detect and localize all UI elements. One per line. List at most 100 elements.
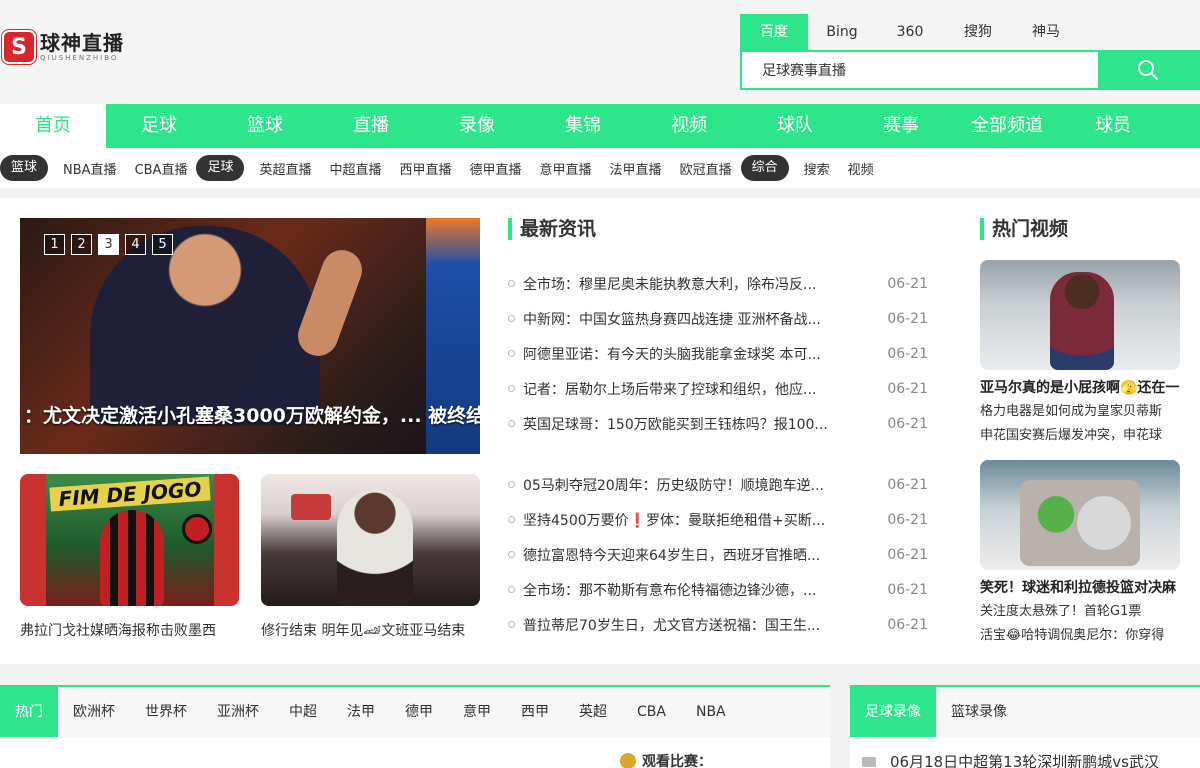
tab-world-cup[interactable]: 世界杯 — [130, 687, 202, 737]
news-title[interactable]: 德拉富恩特今天迎来64岁生日，西班牙官推晒... — [523, 545, 868, 565]
news-item[interactable]: 德拉富恩特今天迎来64岁生日，西班牙官推晒... 06-21 — [508, 537, 928, 572]
search-button[interactable] — [1098, 50, 1198, 90]
thumb-caption[interactable]: 弗拉门戈社媒晒海报称击败墨西 — [20, 620, 239, 640]
thumb-caption[interactable]: 修行结束 明年见🏎文班亚马结束 — [261, 620, 480, 640]
bullet-icon — [508, 621, 515, 628]
video-link[interactable]: 关注度太悬殊了！首轮G1票 — [980, 600, 1180, 624]
engine-tab-360[interactable]: 360 — [876, 14, 944, 50]
news-title[interactable]: 阿德里亚诺：有今天的头脑我能拿金球奖 本可... — [523, 344, 868, 364]
news-item[interactable]: 英国足球哥：150万欧能买到王钰栋吗？报100... 06-21 — [508, 406, 928, 441]
tab-hot[interactable]: 热门 — [0, 687, 58, 737]
news-item[interactable]: 阿德里亚诺：有今天的头脑我能拿金球奖 本可... 06-21 — [508, 336, 928, 371]
subnav-link[interactable]: 英超直播 — [250, 159, 320, 178]
engine-tab-shenma[interactable]: 神马 — [1012, 14, 1080, 50]
subnav-cat-football[interactable]: 足球 — [196, 155, 245, 181]
news-item[interactable]: 普拉蒂尼70岁生日，尤文官方送祝福：国王生... 06-21 — [508, 607, 928, 642]
tab-basketball-replay[interactable]: 篮球录像 — [936, 687, 1022, 737]
nav-all-channels[interactable]: 全部频道 — [954, 104, 1060, 148]
tab-csl[interactable]: 中超 — [274, 687, 332, 737]
replay-item[interactable]: 06月18日中超第13轮深圳新鹏城vs武汉 — [862, 751, 1159, 768]
video-title[interactable]: 亚马尔真的是小屁孩啊🫣还在一 — [980, 376, 1180, 400]
subnav-link[interactable]: 欧冠直播 — [671, 159, 741, 178]
subnav-link[interactable]: 西甲直播 — [391, 159, 461, 178]
news-item[interactable]: 记者：居勒尔上场后带来了控球和组织，他应... 06-21 — [508, 371, 928, 406]
tab-euro[interactable]: 欧洲杯 — [58, 687, 130, 737]
news-title[interactable]: 普拉蒂尼70岁生日，尤文官方送祝福：国王生... — [523, 615, 868, 635]
news-item[interactable]: 全市场：那不勒斯有意布伦特福德边锋沙德，... 06-21 — [508, 572, 928, 607]
news-item[interactable]: 05马刺夺冠20周年：历史级防守！顺境跑车逆... 06-21 — [508, 467, 928, 502]
engine-tab-bing[interactable]: Bing — [808, 14, 876, 50]
search-input[interactable] — [742, 52, 1102, 88]
news-title[interactable]: 全市场：那不勒斯有意布伦特福德边锋沙德，... — [523, 580, 868, 600]
news-title[interactable]: 全市场：穆里尼奥未能执教意大利，除布冯反... — [523, 274, 868, 294]
subnav-link[interactable]: NBA直播 — [54, 159, 126, 178]
news-title[interactable]: 坚持4500万要价❗罗体：曼联拒绝租借+买断... — [523, 510, 868, 530]
carousel-dot[interactable]: 5 — [152, 234, 173, 255]
tab-premier-league[interactable]: 英超 — [564, 687, 622, 737]
news-item[interactable]: 全市场：穆里尼奥未能执教意大利，除布冯反... 06-21 — [508, 266, 928, 301]
news-date: 06-21 — [887, 511, 928, 528]
engine-tab-baidu[interactable]: 百度 — [740, 14, 808, 50]
nav-replay[interactable]: 录像 — [424, 104, 530, 148]
news-title[interactable]: 中新网：中国女篮热身赛四战连捷 亚洲杯备战... — [523, 309, 868, 329]
logo-text: 球神直播 QIUSHENZHIBO — [40, 32, 124, 63]
carousel-dot-active[interactable]: 3 — [98, 234, 119, 255]
bullet-icon — [508, 586, 515, 593]
banner-carousel[interactable]: 1 2 3 4 5 ：尤文决定激活小孔塞桑3000万欧解约金，... 被终结 — [20, 218, 480, 454]
subnav-link[interactable]: 德甲直播 — [461, 159, 531, 178]
tab-serie-a[interactable]: 意甲 — [448, 687, 506, 737]
site-logo[interactable]: S 球神直播 QIUSHENZHIBO — [2, 30, 124, 64]
subnav-cat-general[interactable]: 综合 — [740, 155, 789, 181]
news-date: 06-21 — [887, 581, 928, 598]
video-link[interactable]: 活宝😂哈特调侃奥尼尔：你穿得 — [980, 624, 1180, 648]
thumb-card[interactable]: FIM DE JOGO 弗拉门戈社媒晒海报称击败墨西 — [20, 474, 239, 640]
subnav-link[interactable]: 中超直播 — [320, 159, 390, 178]
nav-teams[interactable]: 球队 — [742, 104, 848, 148]
nav-live[interactable]: 直播 — [318, 104, 424, 148]
tab-la-liga[interactable]: 西甲 — [506, 687, 564, 737]
tab-football-replay[interactable]: 足球录像 — [850, 687, 936, 737]
subnav-link[interactable]: CBA直播 — [126, 159, 197, 178]
thumb-card[interactable]: 修行结束 明年见🏎文班亚马结束 — [261, 474, 480, 640]
tab-bundesliga[interactable]: 德甲 — [390, 687, 448, 737]
subnav-cat-basketball[interactable]: 篮球 — [0, 155, 49, 181]
news-title[interactable]: 记者：居勒尔上场后带来了控球和组织，他应... — [523, 379, 868, 399]
nav-highlights[interactable]: 集锦 — [530, 104, 636, 148]
logo-mark: S — [2, 30, 36, 64]
news-title[interactable]: 英国足球哥：150万欧能买到王钰栋吗？报100... — [523, 414, 868, 434]
news-date: 06-21 — [887, 546, 928, 563]
carousel-dot[interactable]: 1 — [44, 234, 65, 255]
carousel-dot[interactable]: 2 — [71, 234, 92, 255]
engine-tab-sogou[interactable]: 搜狗 — [944, 14, 1012, 50]
nav-football[interactable]: 足球 — [106, 104, 212, 148]
carousel-dot[interactable]: 4 — [125, 234, 146, 255]
tab-asian-cup[interactable]: 亚洲杯 — [202, 687, 274, 737]
replay-title[interactable]: 06月18日中超第13轮深圳新鹏城vs武汉 — [890, 751, 1159, 768]
bullet-icon — [508, 315, 515, 322]
main-nav: 首页 足球 篮球 直播 录像 集锦 视频 球队 赛事 全部频道 球员 — [0, 104, 1200, 148]
video-title[interactable]: 笑死！球迷和利拉德投篮对决麻 — [980, 576, 1180, 600]
thumb-person-shape — [337, 490, 413, 606]
video-thumbnail[interactable] — [980, 260, 1180, 370]
tab-ligue1[interactable]: 法甲 — [332, 687, 390, 737]
thumb-image: FIM DE JOGO — [20, 474, 239, 606]
tab-cba[interactable]: CBA — [622, 687, 681, 737]
nav-video[interactable]: 视频 — [636, 104, 742, 148]
banner-player-image — [90, 226, 320, 426]
news-item[interactable]: 坚持4500万要价❗罗体：曼联拒绝租借+买断... 06-21 — [508, 502, 928, 537]
news-item[interactable]: 中新网：中国女篮热身赛四战连捷 亚洲杯备战... 06-21 — [508, 301, 928, 336]
subnav-link[interactable]: 搜索 — [795, 159, 839, 178]
subnav-link[interactable]: 法甲直播 — [601, 159, 671, 178]
video-link[interactable]: 格力电器是如何成为皇家贝蒂斯 — [980, 400, 1180, 424]
nav-basketball[interactable]: 篮球 — [212, 104, 318, 148]
subnav-link[interactable]: 视频 — [839, 159, 883, 178]
nav-events[interactable]: 赛事 — [848, 104, 954, 148]
tab-nba[interactable]: NBA — [681, 687, 741, 737]
video-thumbnail[interactable] — [980, 460, 1180, 570]
nav-home[interactable]: 首页 — [0, 104, 106, 148]
news-title[interactable]: 05马刺夺冠20周年：历史级防守！顺境跑车逆... — [523, 475, 868, 495]
banner-caption[interactable]: ：尤文决定激活小孔塞桑3000万欧解约金，... 被终结 — [20, 401, 480, 428]
subnav-link[interactable]: 意甲直播 — [531, 159, 601, 178]
video-link[interactable]: 申花国安赛后爆发冲突，申花球 — [980, 424, 1180, 448]
nav-players[interactable]: 球员 — [1060, 104, 1166, 148]
